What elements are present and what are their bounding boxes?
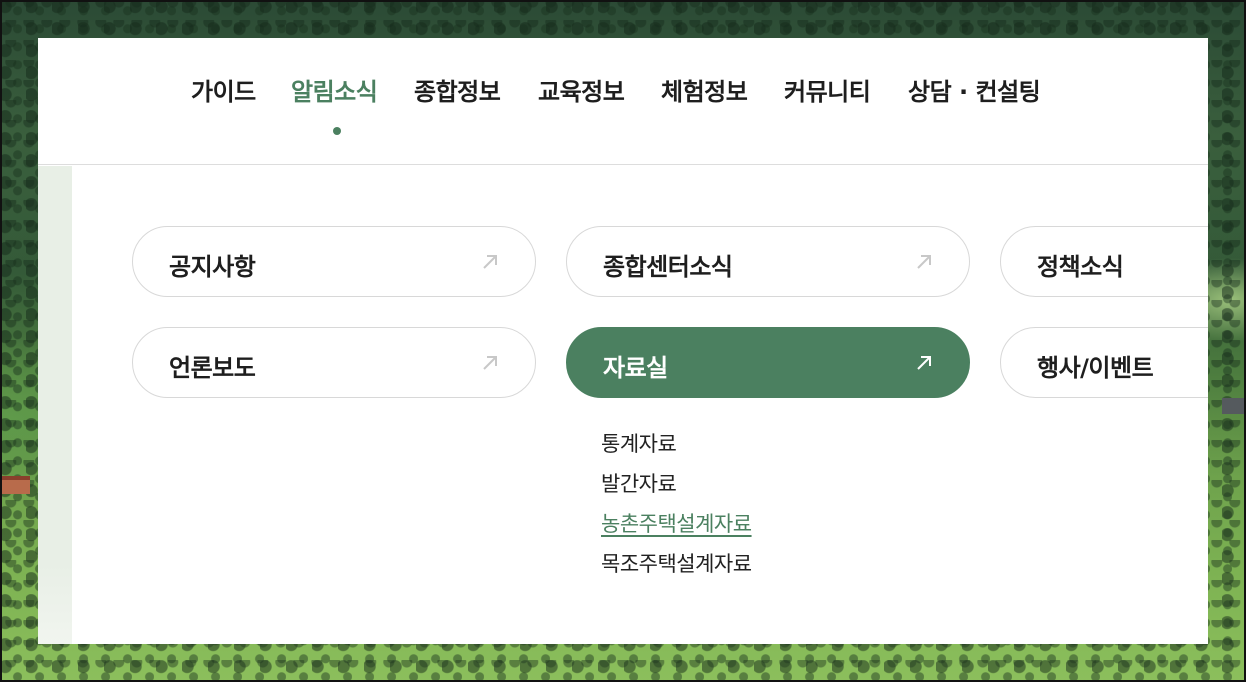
submenu-item-label: 언론보도 [169, 354, 256, 382]
gnb-item-education-info[interactable]: 교육정보 [538, 72, 625, 108]
active-indicator-dot [333, 127, 341, 135]
submenu-item-label: 행사/이벤트 [1037, 354, 1154, 382]
submenu-item-policy-news[interactable]: 정책소식 [1000, 226, 1208, 297]
submenu-item-notice[interactable]: 공지사항 [132, 226, 536, 297]
submenu-item-label: 자료실 [603, 354, 668, 382]
arrow-up-right-icon [481, 253, 499, 271]
arrow-up-right-icon [481, 354, 499, 372]
submenu-child-rural-house-design[interactable]: 농촌주택설계자료 [601, 508, 752, 548]
background-house [0, 476, 30, 494]
mega-menu-panel: 가이드 알림소식 종합정보 교육정보 체험정보 커뮤니티 상담 · 컨설팅 공지… [38, 38, 1208, 644]
submenu-item-label: 종합센터소식 [603, 253, 733, 281]
gnb-item-community[interactable]: 커뮤니티 [784, 72, 871, 108]
submenu-item-label: 정책소식 [1037, 253, 1124, 281]
global-navigation: 가이드 알림소식 종합정보 교육정보 체험정보 커뮤니티 상담 · 컨설팅 [38, 38, 1208, 165]
submenu-item-press[interactable]: 언론보도 [132, 327, 536, 398]
submenu-item-events[interactable]: 행사/이벤트 [1000, 327, 1208, 398]
submenu-item-archive[interactable]: 자료실 [566, 327, 970, 398]
submenu-item-label: 공지사항 [169, 253, 256, 281]
arrow-up-right-icon [915, 253, 933, 271]
submenu-child-wooden-house-design[interactable]: 목조주택설계자료 [601, 548, 752, 588]
submenu-item-center-news[interactable]: 종합센터소식 [566, 226, 970, 297]
gnb-item-guide[interactable]: 가이드 [191, 72, 256, 108]
side-decoration [38, 166, 72, 644]
gnb-item-general-info[interactable]: 종합정보 [414, 72, 501, 108]
arrow-up-right-icon [915, 354, 933, 372]
gnb-item-experience-info[interactable]: 체험정보 [661, 72, 748, 108]
submenu-child-statistics[interactable]: 통계자료 [601, 428, 752, 468]
submenu-child-publications[interactable]: 발간자료 [601, 468, 752, 508]
archive-children-list: 통계자료 발간자료 농촌주택설계자료 목조주택설계자료 [601, 428, 752, 588]
gnb-item-news[interactable]: 알림소식 [291, 72, 378, 108]
background-house [1222, 398, 1246, 414]
gnb-item-consulting[interactable]: 상담 · 컨설팅 [908, 72, 1041, 108]
